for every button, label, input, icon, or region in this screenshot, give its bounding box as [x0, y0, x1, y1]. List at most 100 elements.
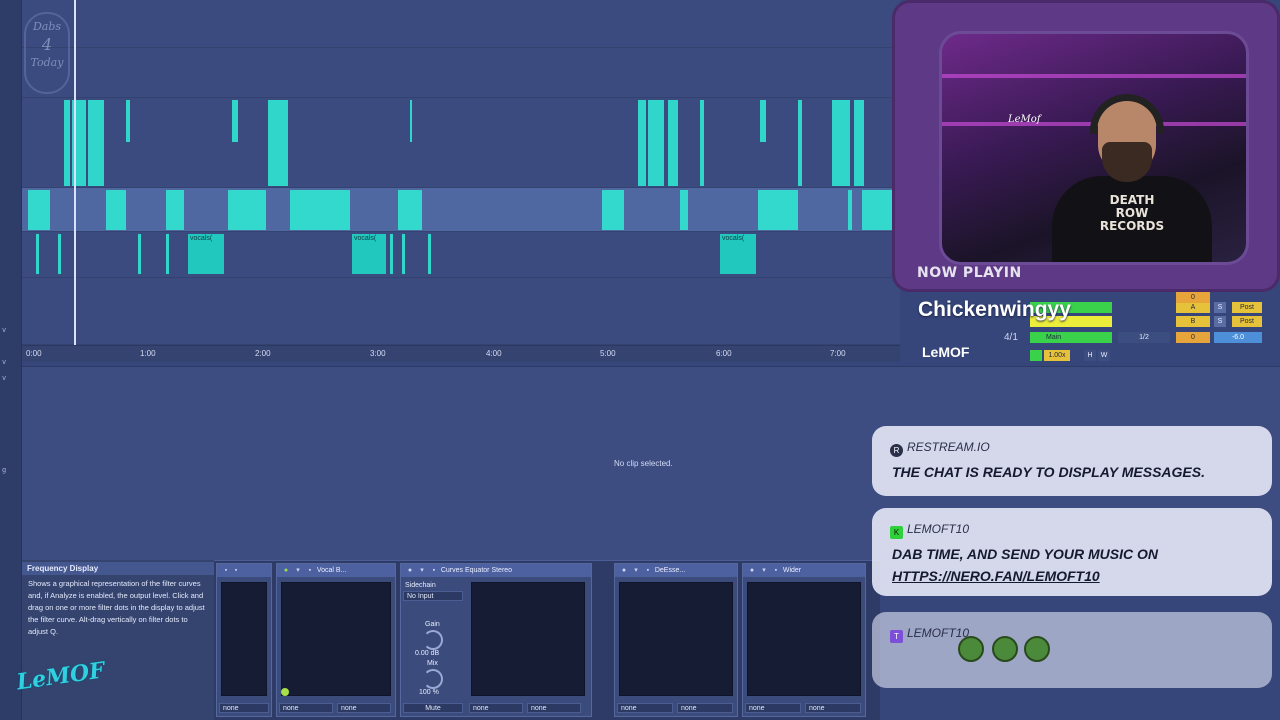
record-arm-button[interactable]: [1030, 350, 1042, 361]
preset-icon[interactable]: ▪: [771, 564, 781, 577]
audio-clip[interactable]: [106, 190, 126, 230]
device-header[interactable]: ● ▾ ▪ Curves Equator Stereo: [401, 564, 591, 577]
device-header[interactable]: ● ▾ ▪ Vocal B...: [277, 564, 395, 577]
crossfade-a-button[interactable]: A: [1176, 302, 1210, 313]
audio-clip[interactable]: [36, 234, 39, 274]
wider-device[interactable]: ● ▾ ▪ Wider none none: [742, 563, 866, 717]
audio-clip[interactable]: [854, 100, 864, 186]
track-lane[interactable]: [22, 232, 900, 278]
fold-icon[interactable]: ▾: [417, 564, 427, 577]
audio-clip[interactable]: [64, 100, 70, 186]
device-display[interactable]: [281, 582, 391, 696]
audio-clip[interactable]: [58, 234, 61, 274]
macro-select[interactable]: none: [337, 703, 391, 713]
arrangement-view[interactable]: vocals( vocals( vocals( Dabs 4 Today 0:0…: [22, 0, 900, 362]
audio-clip[interactable]: [700, 100, 704, 186]
solo-button[interactable]: S: [1214, 316, 1226, 327]
enable-dot[interactable]: [281, 688, 289, 696]
preset-icon[interactable]: ▪: [643, 564, 653, 577]
playhead[interactable]: [74, 0, 76, 346]
power-icon[interactable]: ●: [405, 564, 415, 577]
audio-clip[interactable]: [228, 190, 266, 230]
device-chain[interactable]: ▪ ▪ none ● ▾ ▪ Vocal B... none none ● ▾ ▪…: [214, 560, 880, 720]
audio-clip[interactable]: [126, 100, 130, 142]
audio-clip[interactable]: [88, 100, 104, 186]
audio-clip[interactable]: [638, 100, 646, 186]
h-toggle[interactable]: H: [1084, 350, 1096, 361]
input-channel-select[interactable]: 1/2: [1118, 332, 1170, 343]
macro-select[interactable]: none: [745, 703, 801, 713]
audio-clip[interactable]: [758, 190, 798, 230]
device-panel[interactable]: ▪ ▪ none: [216, 563, 272, 717]
time-ruler[interactable]: 0:00 1:00 2:00 3:00 4:00 5:00 6:00 7:00: [22, 345, 900, 362]
device-save-icon[interactable]: ▪: [231, 564, 241, 577]
track-lane[interactable]: [22, 98, 900, 188]
audio-clip[interactable]: [166, 190, 184, 230]
macro-select[interactable]: none: [469, 703, 523, 713]
device-display[interactable]: [619, 582, 733, 696]
mute-button[interactable]: Mute: [403, 703, 463, 713]
audio-clip[interactable]: [760, 100, 766, 142]
audio-clip[interactable]: [680, 190, 688, 230]
audio-clip[interactable]: [848, 190, 852, 230]
macro-select[interactable]: none: [279, 703, 333, 713]
macro-select[interactable]: none: [617, 703, 673, 713]
vocal-device[interactable]: ● ▾ ▪ Vocal B... none none: [276, 563, 396, 717]
zoom-value[interactable]: 1.00x: [1044, 350, 1070, 361]
deesser-device[interactable]: ● ▾ ▪ DeEsse... none none: [614, 563, 738, 717]
device-display[interactable]: [221, 582, 267, 696]
audio-clip[interactable]: [410, 100, 412, 142]
audio-clip[interactable]: [290, 190, 350, 230]
audio-clip[interactable]: [402, 234, 405, 274]
post-toggle[interactable]: Post: [1232, 302, 1262, 313]
audio-clip[interactable]: [648, 100, 664, 186]
send-value[interactable]: 0: [1176, 292, 1210, 303]
device-header[interactable]: ● ▾ ▪ DeEsse...: [615, 564, 737, 577]
w-toggle[interactable]: W: [1098, 350, 1110, 361]
track-lane[interactable]: [22, 278, 900, 345]
macro-select[interactable]: none: [677, 703, 733, 713]
audio-clip[interactable]: [832, 100, 850, 186]
macro-select[interactable]: none: [219, 703, 269, 713]
device-header[interactable]: ▪ ▪: [217, 564, 271, 577]
sidechain-input-select[interactable]: No Input: [403, 591, 463, 601]
track-lane[interactable]: [22, 48, 900, 98]
main-track[interactable]: Main: [1030, 332, 1112, 343]
volume-value[interactable]: -6.0: [1214, 332, 1262, 343]
power-icon[interactable]: ●: [619, 564, 629, 577]
audio-clip[interactable]: [232, 100, 238, 142]
send-value[interactable]: 0: [1176, 332, 1210, 343]
track-lane[interactable]: [22, 0, 900, 48]
fold-icon[interactable]: ▾: [631, 564, 641, 577]
macro-select[interactable]: none: [527, 703, 581, 713]
audio-clip[interactable]: [862, 190, 894, 230]
power-icon[interactable]: ●: [281, 564, 291, 577]
device-header[interactable]: ● ▾ ▪ Wider: [743, 564, 865, 577]
chat-link[interactable]: HTTPS://NERO.FAN/LEMOFT10: [892, 568, 1100, 584]
vocals-clip[interactable]: vocals(: [720, 234, 756, 274]
audio-clip[interactable]: [602, 190, 624, 230]
fold-icon[interactable]: ▾: [759, 564, 769, 577]
fold-icon[interactable]: ▾: [293, 564, 303, 577]
vocals-clip[interactable]: vocals(: [188, 234, 224, 274]
audio-clip[interactable]: [428, 234, 431, 274]
audio-clip[interactable]: [138, 234, 141, 274]
gain-knob[interactable]: [423, 630, 443, 650]
device-menu-icon[interactable]: ▪: [221, 564, 231, 577]
eq-display[interactable]: [471, 582, 585, 696]
power-icon[interactable]: ●: [747, 564, 757, 577]
macro-select[interactable]: none: [805, 703, 861, 713]
audio-clip[interactable]: [166, 234, 169, 274]
mix-knob[interactable]: [423, 669, 443, 689]
post-toggle[interactable]: Post: [1232, 316, 1262, 327]
audio-clip[interactable]: [398, 190, 422, 230]
audio-clip[interactable]: [28, 190, 50, 230]
crossfade-b-button[interactable]: B: [1176, 316, 1210, 327]
preset-icon[interactable]: ▪: [429, 564, 439, 577]
audio-clip[interactable]: [798, 100, 802, 186]
audio-clip[interactable]: [268, 100, 288, 186]
solo-button[interactable]: S: [1214, 302, 1226, 313]
preset-icon[interactable]: ▪: [305, 564, 315, 577]
curves-equator-device[interactable]: ● ▾ ▪ Curves Equator Stereo Sidechain No…: [400, 563, 592, 717]
vocals-clip[interactable]: vocals(: [352, 234, 386, 274]
